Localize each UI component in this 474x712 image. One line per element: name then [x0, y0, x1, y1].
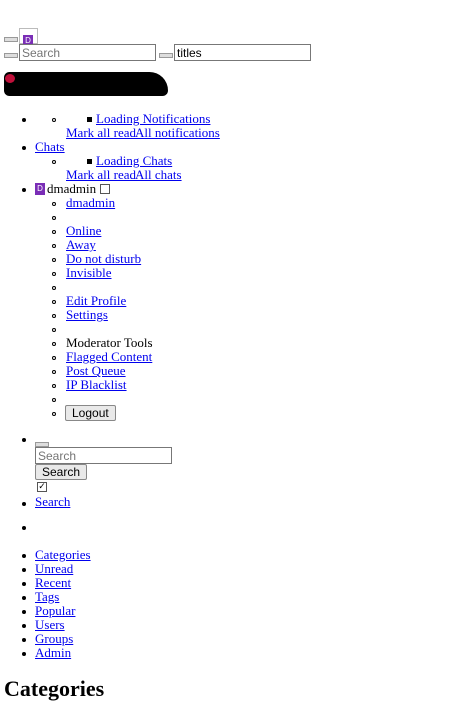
menu-bullet: [22, 526, 26, 530]
search-block-input[interactable]: [35, 447, 172, 464]
menu-bullet: [22, 624, 26, 628]
menu-bullet: [22, 146, 26, 150]
ip-blacklist-link[interactable]: IP Blacklist: [66, 378, 127, 392]
menu-bullet: [52, 244, 56, 248]
nav-popular[interactable]: Popular: [35, 604, 75, 618]
menu-bullet: [52, 356, 56, 360]
redacted-banner: [4, 72, 168, 96]
user-menu-checkbox[interactable]: [100, 184, 110, 194]
status-dnd-link[interactable]: Do not disturb: [66, 252, 141, 266]
menu-bullet: [22, 610, 26, 614]
all-chats-link[interactable]: All chats: [135, 168, 182, 182]
menu-bullet: [52, 272, 56, 276]
status-online-link[interactable]: Online: [66, 224, 101, 238]
menu-bullet: [22, 568, 26, 572]
menu-bullet: [22, 582, 26, 586]
menu-bullet: [22, 596, 26, 600]
search-term-input[interactable]: [174, 44, 311, 61]
menu-bullet: [87, 159, 92, 164]
menu-bullet: [52, 300, 56, 304]
menu-bullet: [87, 117, 92, 122]
edit-profile-link[interactable]: Edit Profile: [66, 294, 126, 308]
menu-bullet: [22, 502, 26, 506]
post-queue-link[interactable]: Post Queue: [66, 364, 126, 378]
menu-bullet: [52, 412, 56, 416]
menu-bullet: [22, 438, 26, 442]
nav-recent[interactable]: Recent: [35, 576, 71, 590]
nav-groups[interactable]: Groups: [35, 632, 73, 646]
logout-button[interactable]: Logout: [65, 405, 116, 421]
search-page-link[interactable]: Search: [35, 495, 70, 509]
menu-bullet: [22, 652, 26, 656]
nav-unread[interactable]: Unread: [35, 562, 73, 576]
username-label[interactable]: dmadmin: [47, 182, 96, 196]
moderator-tools-heading: Moderator Tools: [66, 335, 153, 350]
menu-bullet: [52, 160, 56, 164]
menu-bullet: [22, 188, 26, 192]
search-submit-button[interactable]: Search: [35, 464, 88, 480]
all-notifications-link[interactable]: All notifications: [135, 126, 220, 140]
menu-bullet: [22, 554, 26, 558]
menu-bullet: [22, 118, 26, 122]
menu-bullet: [52, 314, 56, 318]
loading-notifications-link[interactable]: Loading Notifications: [96, 112, 210, 126]
search-toggle-button[interactable]: [4, 53, 18, 58]
menu-bullet: [52, 230, 56, 234]
menu-bullet: [52, 328, 56, 332]
toolbar-button-1[interactable]: [4, 37, 18, 42]
menu-bullet: [52, 118, 56, 122]
nav-categories[interactable]: Categories: [35, 548, 91, 562]
status-invisible-link[interactable]: Invisible: [66, 266, 112, 280]
search-options-checkbox[interactable]: ✓: [37, 482, 47, 492]
settings-link[interactable]: Settings: [66, 308, 108, 322]
menu-bullet: [52, 286, 56, 290]
page-title: Categories: [4, 676, 105, 701]
menu-bullet: [52, 398, 56, 402]
nav-tags[interactable]: Tags: [35, 590, 59, 604]
search-filter-button[interactable]: [159, 53, 173, 58]
brand-logo[interactable]: D: [19, 28, 38, 47]
menu-bullet: [52, 216, 56, 220]
user-avatar[interactable]: D: [35, 183, 45, 195]
status-away-link[interactable]: Away: [66, 238, 96, 252]
menu-bullet: [52, 258, 56, 262]
chats-link[interactable]: Chats: [35, 140, 65, 154]
header-search-input[interactable]: [19, 44, 156, 61]
menu-bullet: [52, 384, 56, 388]
menu-bullet: [52, 342, 56, 346]
menu-bullet: [22, 638, 26, 642]
loading-chats-link[interactable]: Loading Chats: [96, 154, 172, 168]
chats-mark-all-read[interactable]: Mark all read: [66, 168, 136, 182]
notifications-mark-all-read[interactable]: Mark all read: [66, 126, 136, 140]
nav-admin[interactable]: Admin: [35, 646, 71, 660]
redacted-banner-accent: [5, 74, 15, 83]
flagged-content-link[interactable]: Flagged Content: [66, 350, 152, 364]
menu-bullet: [52, 370, 56, 374]
menu-bullet: [52, 202, 56, 206]
nav-users[interactable]: Users: [35, 618, 65, 632]
profile-link[interactable]: dmadmin: [66, 196, 115, 210]
